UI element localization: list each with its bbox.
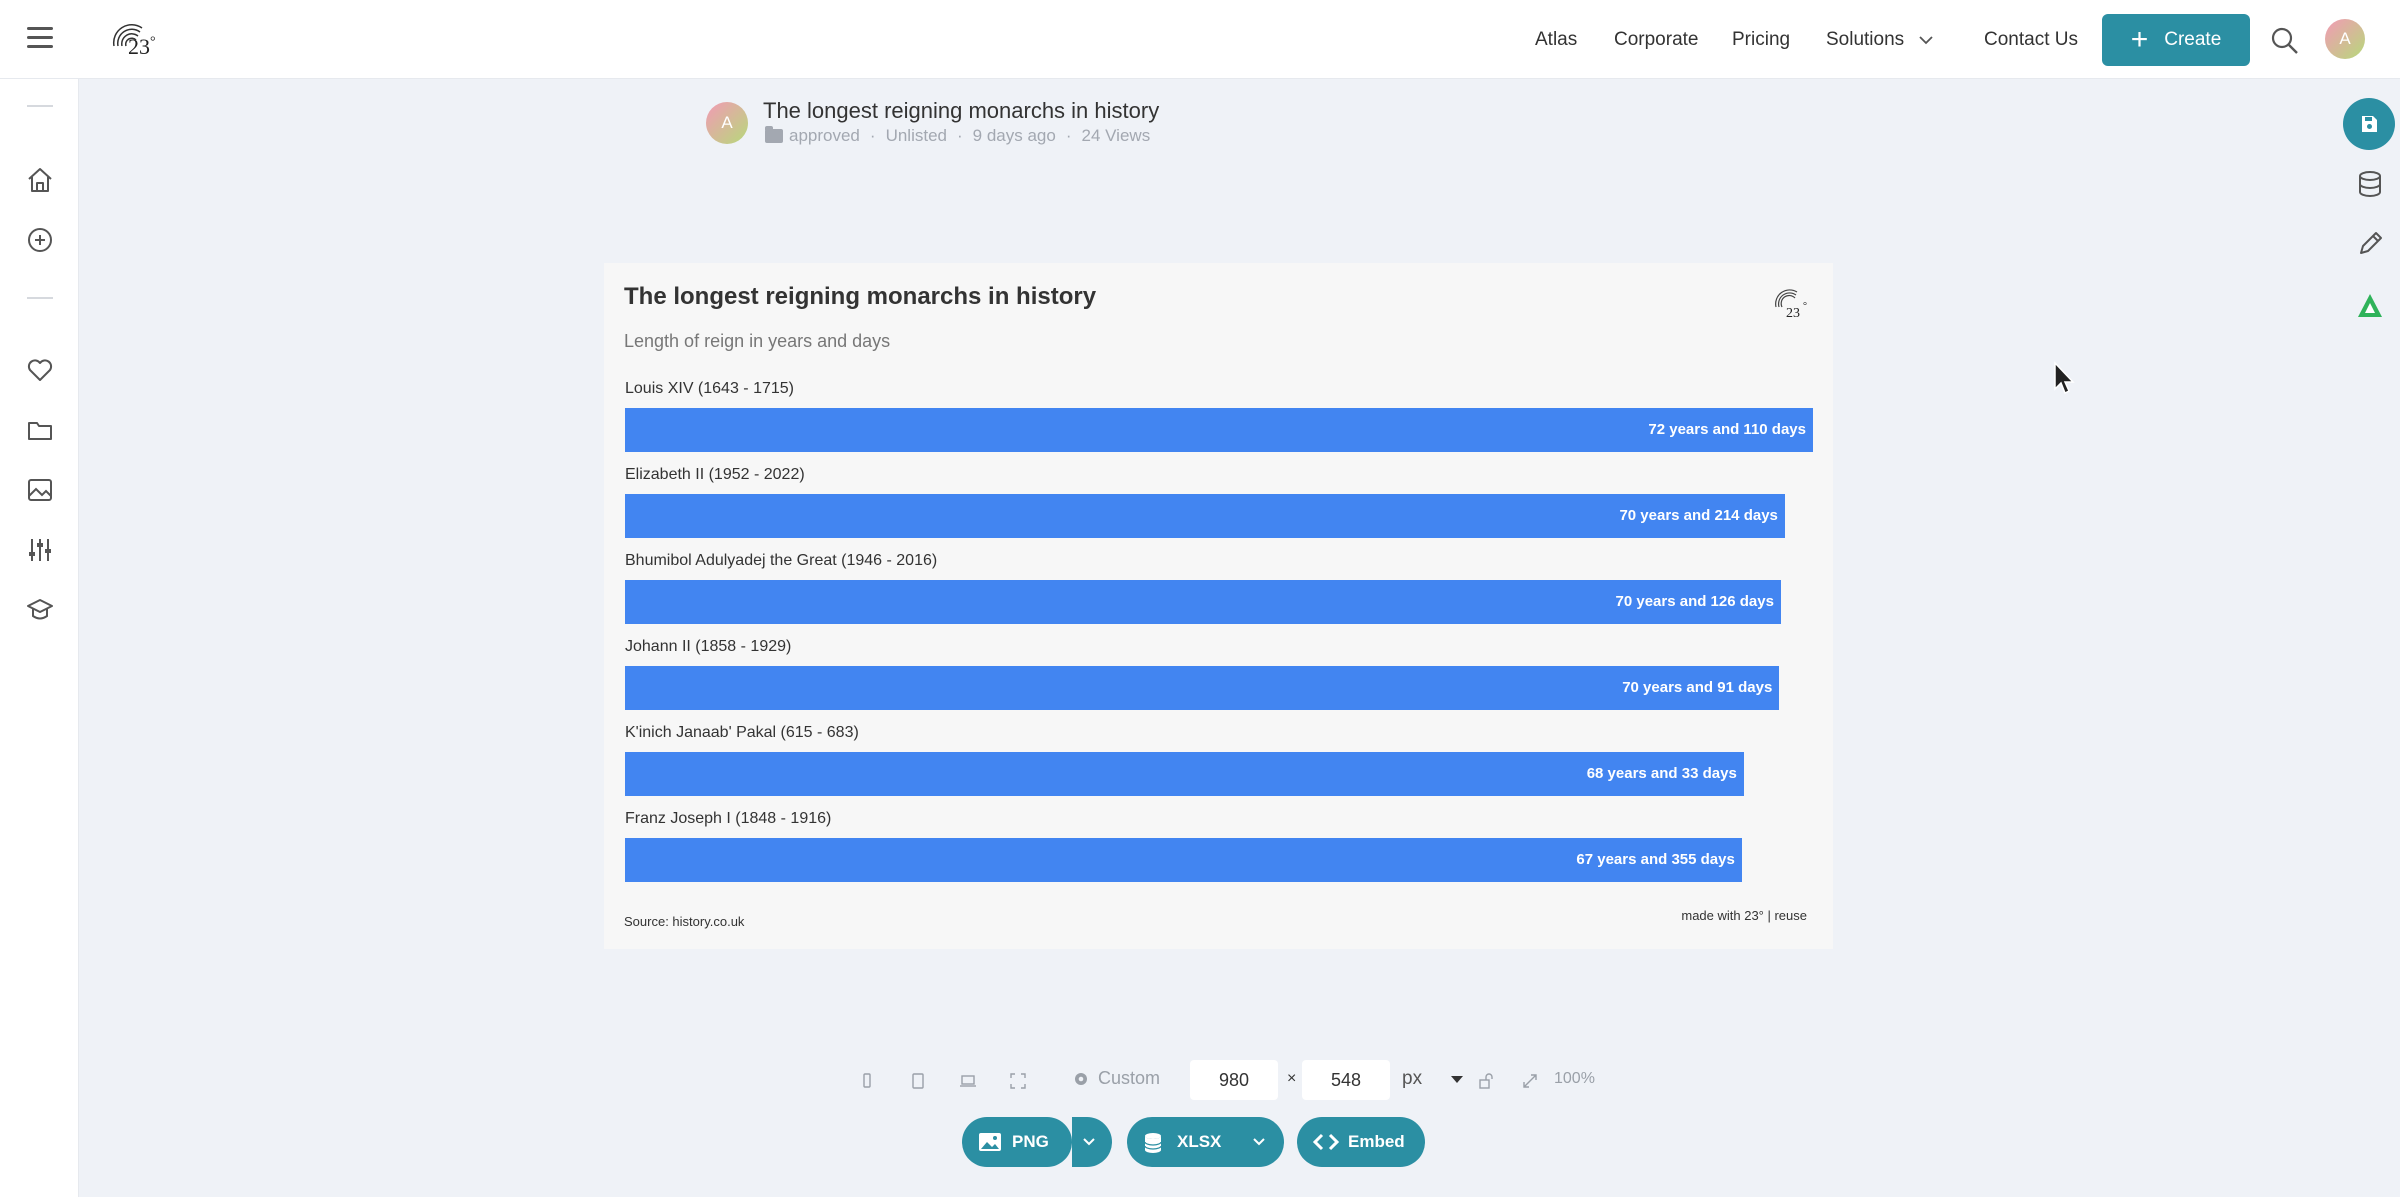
bar[interactable]: 67 years and 355 days [625,838,1742,882]
bar-value-label: 68 years and 33 days [1586,765,1737,782]
bar-category-label: Louis XIV (1643 - 1715) [625,380,794,397]
folder-icon[interactable] [25,415,55,445]
nav-pricing[interactable]: Pricing [1732,0,1790,79]
chart-logo-icon: 23 ° [1775,289,1807,321]
document-age: 9 days ago [972,126,1056,145]
heart-icon[interactable] [25,355,55,385]
size-preset[interactable]: Custom [1072,1068,1160,1089]
bar[interactable]: 68 years and 33 days [625,752,1744,796]
home-icon[interactable] [25,165,55,195]
phone-preview-icon[interactable] [858,1072,876,1090]
document-meta: approved · Unlisted · 9 days ago · 24 Vi… [765,126,1150,146]
zoom-level: 100% [1554,1070,1595,1087]
save-button[interactable] [2343,98,2395,150]
plus-icon: + [2130,23,2149,56]
pencil-icon[interactable] [2355,229,2385,259]
create-button[interactable]: + Create [2102,14,2250,66]
export-xlsx-button[interactable]: XLSX [1127,1117,1243,1167]
visibility-status: Unlisted [885,126,947,145]
chart-credit[interactable]: made with 23° | reuse [1681,908,1807,923]
svg-text:23: 23 [1786,306,1800,321]
unit-dropdown-caret-icon[interactable] [1451,1076,1463,1083]
nav-atlas[interactable]: Atlas [1535,0,1577,79]
chevron-down-icon [1919,35,1933,44]
logo-wordmark: 23° [128,34,156,59]
folder-name[interactable]: approved [789,126,860,146]
folder-icon [765,126,783,143]
document-title[interactable]: The longest reigning monarchs in history [763,98,1159,124]
height-input[interactable] [1302,1060,1390,1100]
lock-aspect-icon[interactable] [1477,1072,1495,1090]
dimension-separator: × [1287,1070,1297,1087]
graduation-cap-icon[interactable] [25,595,55,625]
add-circle-icon[interactable] [25,225,55,255]
bar[interactable]: 72 years and 110 days [625,408,1813,452]
bar-value-label: 67 years and 355 days [1576,851,1735,868]
sidebar-divider [27,105,53,107]
tablet-preview-icon[interactable] [909,1072,927,1090]
bar-category-label: Elizabeth II (1952 - 2022) [625,466,805,483]
chevron-down-icon [1253,1138,1265,1146]
hamburger-menu-icon[interactable] [27,27,53,51]
bar-value-label: 72 years and 110 days [1648,421,1806,438]
sliders-icon[interactable] [25,535,55,565]
unit-select[interactable]: px [1402,1068,1422,1090]
bar-category-label: Franz Joseph I (1848 - 1916) [625,810,832,827]
search-icon[interactable] [2270,26,2300,56]
bar[interactable]: 70 years and 214 days [625,494,1785,538]
sidebar-divider [27,297,53,299]
view-count: 24 Views [1081,126,1151,145]
code-icon [1313,1133,1339,1151]
bar-value-label: 70 years and 214 days [1619,507,1778,524]
export-png-dropdown[interactable] [1072,1117,1112,1167]
bar-value-label: 70 years and 126 days [1615,593,1774,610]
bar-value-label: 70 years and 91 days [1622,679,1773,696]
author-avatar[interactable]: A [706,102,748,144]
width-input[interactable] [1190,1060,1278,1100]
laptop-preview-icon[interactable] [959,1072,977,1090]
bar[interactable]: 70 years and 126 days [625,580,1781,624]
fullscreen-icon[interactable] [1009,1072,1027,1090]
chevron-down-icon [1083,1138,1095,1146]
top-bar: 23° Atlas Corporate Pricing Solutions Co… [0,0,2400,79]
chart-subtitle: Length of reign in years and days [624,331,891,351]
embed-button[interactable]: Embed [1297,1117,1425,1167]
bar[interactable]: 70 years and 91 days [625,666,1780,710]
chart-card: The longest reigning monarchs in history… [604,263,1833,949]
mouse-cursor-icon [2054,361,2075,395]
brand-triangle-icon[interactable] [2355,291,2385,321]
export-xlsx-dropdown[interactable] [1240,1117,1284,1167]
image-icon [979,1133,1001,1151]
bar-category-label: K'inich Janaab' Pakal (615 - 683) [625,724,859,741]
database-icon[interactable] [2355,169,2385,199]
save-icon [2362,116,2377,132]
scale-icon[interactable] [1521,1072,1539,1090]
nav-solutions[interactable]: Solutions [1826,0,1934,79]
bar-category-label: Johann II (1858 - 1929) [625,638,792,655]
nav-corporate[interactable]: Corporate [1614,0,1699,79]
nav-contact-us[interactable]: Contact Us [1984,0,2078,79]
chart-title: The longest reigning monarchs in history [624,283,1097,310]
database-icon [1144,1133,1162,1153]
chart-source[interactable]: Source: history.co.uk [624,914,744,929]
gear-icon [1075,1072,1087,1085]
svg-text:°: ° [1803,301,1807,312]
bar-category-label: Bhumibol Adulyadej the Great (1946 - 201… [625,552,938,569]
user-avatar[interactable]: A [2325,19,2365,59]
export-png-button[interactable]: PNG [962,1117,1072,1167]
left-sidebar [0,79,79,1197]
image-icon[interactable] [25,475,55,505]
